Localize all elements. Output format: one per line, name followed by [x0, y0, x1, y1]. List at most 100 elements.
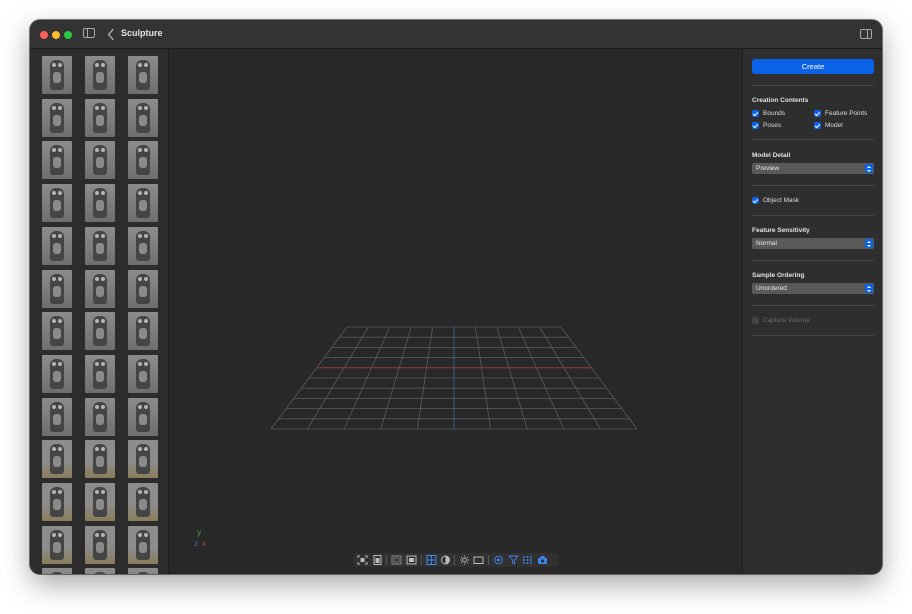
sculpture-figure — [136, 60, 150, 90]
checkbox-checked[interactable] — [814, 122, 821, 129]
thumbnail-image[interactable] — [42, 56, 72, 94]
axis-label-x: x — [202, 539, 206, 548]
thumbnail-image[interactable] — [42, 226, 72, 265]
sidebar-toggle-icon[interactable] — [83, 28, 95, 38]
sculpture-figure — [93, 145, 107, 176]
thumbnail-image[interactable] — [128, 184, 158, 223]
thumbnail-image[interactable] — [85, 226, 115, 265]
thumbnail-image[interactable] — [42, 525, 72, 564]
thumbnail-image[interactable] — [128, 440, 158, 479]
thumbnail-image[interactable] — [128, 269, 158, 308]
checkbox-checked[interactable] — [752, 110, 759, 117]
toolbar-separator — [454, 555, 455, 565]
thumbnail-image[interactable] — [85, 568, 115, 574]
thumbnail-image[interactable] — [85, 312, 115, 351]
sculpture-figure — [136, 358, 150, 389]
thumbnail-image[interactable] — [128, 226, 158, 265]
sample-ordering-value: Unordered — [756, 285, 787, 292]
target-icon[interactable] — [493, 555, 504, 565]
thumbnail-image[interactable] — [128, 312, 158, 351]
bounds-checkbox[interactable]: Bounds — [752, 109, 785, 118]
model-detail-title: Model Detail — [752, 152, 791, 159]
sculpture-figure — [50, 358, 64, 389]
sun-icon[interactable] — [459, 555, 470, 565]
thumbnail-image[interactable] — [128, 141, 158, 180]
rect-outline-icon[interactable] — [391, 555, 402, 565]
image-thumbnail-panel[interactable] — [30, 49, 169, 574]
thumbnail-image[interactable] — [42, 98, 72, 137]
thumbnail-image[interactable] — [85, 440, 115, 479]
thumbnail-image[interactable] — [42, 269, 72, 308]
thumbnail-image[interactable] — [128, 568, 158, 574]
sample-ordering-select[interactable]: Unordered — [752, 283, 874, 294]
feature-points-checkbox[interactable]: Feature Points — [814, 109, 867, 118]
thumbnail-image[interactable] — [128, 397, 158, 436]
thumbnail-image[interactable] — [85, 354, 115, 393]
divider — [752, 85, 874, 86]
thumbnail-image[interactable] — [128, 483, 158, 521]
rectangle-icon[interactable] — [473, 555, 484, 565]
inspector-toggle-icon[interactable] — [860, 29, 872, 39]
thumbnail-image[interactable] — [42, 184, 72, 223]
window-title: Sculpture — [121, 28, 163, 38]
back-chevron-icon[interactable] — [106, 28, 116, 41]
feature-sensitivity-select[interactable]: Normal — [752, 238, 874, 249]
portrait-icon[interactable] — [372, 555, 383, 565]
sample-ordering-title: Sample Ordering — [752, 272, 805, 279]
thumbnail-image[interactable] — [85, 56, 115, 94]
thumbnail-image[interactable] — [42, 141, 72, 180]
thumbnail-image[interactable] — [85, 397, 115, 436]
viewport-toolbar — [353, 553, 559, 567]
thumbnail-image[interactable] — [128, 56, 158, 94]
model-detail-select[interactable]: Preview — [752, 163, 874, 174]
model-checkbox[interactable]: Model — [814, 121, 843, 130]
model-detail-value: Preview — [756, 165, 780, 172]
object-mask-checkbox[interactable]: Object Mask — [752, 196, 799, 205]
close-window-button[interactable] — [40, 31, 48, 39]
sculpture-figure — [93, 102, 107, 133]
zoom-window-button[interactable] — [64, 31, 72, 39]
thumbnail-image[interactable] — [85, 525, 115, 564]
thumbnail-image[interactable] — [42, 440, 72, 479]
thumbnail-image[interactable] — [85, 483, 115, 521]
sculpture-figure — [93, 60, 107, 90]
checkbox-checked[interactable] — [752, 197, 759, 204]
sculpture-figure — [50, 273, 64, 304]
thumbnail-image[interactable] — [42, 354, 72, 393]
feature-points-label: Feature Points — [825, 110, 868, 117]
camera-stack-icon[interactable] — [537, 555, 548, 565]
axis-label-y: y — [197, 528, 201, 537]
thumbnail-image[interactable] — [85, 269, 115, 308]
axis-gizmo: y z x — [194, 528, 206, 548]
poses-label: Poses — [763, 122, 782, 129]
thumbnail-image[interactable] — [42, 568, 72, 574]
grid-icon[interactable] — [426, 555, 437, 565]
thumbnail-image[interactable] — [85, 141, 115, 180]
thumbnail-image[interactable] — [128, 98, 158, 137]
image-icon[interactable] — [406, 555, 417, 565]
sculpture-figure — [50, 487, 64, 517]
app-window: Sculpture y z x Create Creation Contents… — [30, 20, 882, 574]
divider — [752, 335, 874, 336]
checkbox-checked[interactable] — [752, 122, 759, 129]
poses-checkbox[interactable]: Poses — [752, 121, 781, 130]
frame-icon[interactable] — [357, 555, 368, 565]
contrast-icon[interactable] — [440, 555, 451, 565]
divider — [752, 185, 874, 186]
minimize-window-button[interactable] — [52, 31, 60, 39]
thumbnail-image[interactable] — [42, 397, 72, 436]
ground-grid — [270, 326, 638, 430]
points-icon[interactable] — [522, 555, 533, 565]
thumbnail-image[interactable] — [85, 184, 115, 223]
thumbnail-image[interactable] — [42, 312, 72, 351]
sculpture-figure — [93, 487, 107, 517]
thumbnail-image[interactable] — [85, 98, 115, 137]
sculpture-figure — [93, 401, 107, 432]
funnel-icon[interactable] — [508, 555, 519, 565]
thumbnail-image[interactable] — [42, 483, 72, 521]
thumbnail-image[interactable] — [128, 525, 158, 564]
create-button[interactable]: Create — [752, 59, 874, 74]
checkbox-checked[interactable] — [814, 110, 821, 117]
thumbnail-image[interactable] — [128, 354, 158, 393]
3d-viewport[interactable]: y z x — [169, 49, 742, 574]
